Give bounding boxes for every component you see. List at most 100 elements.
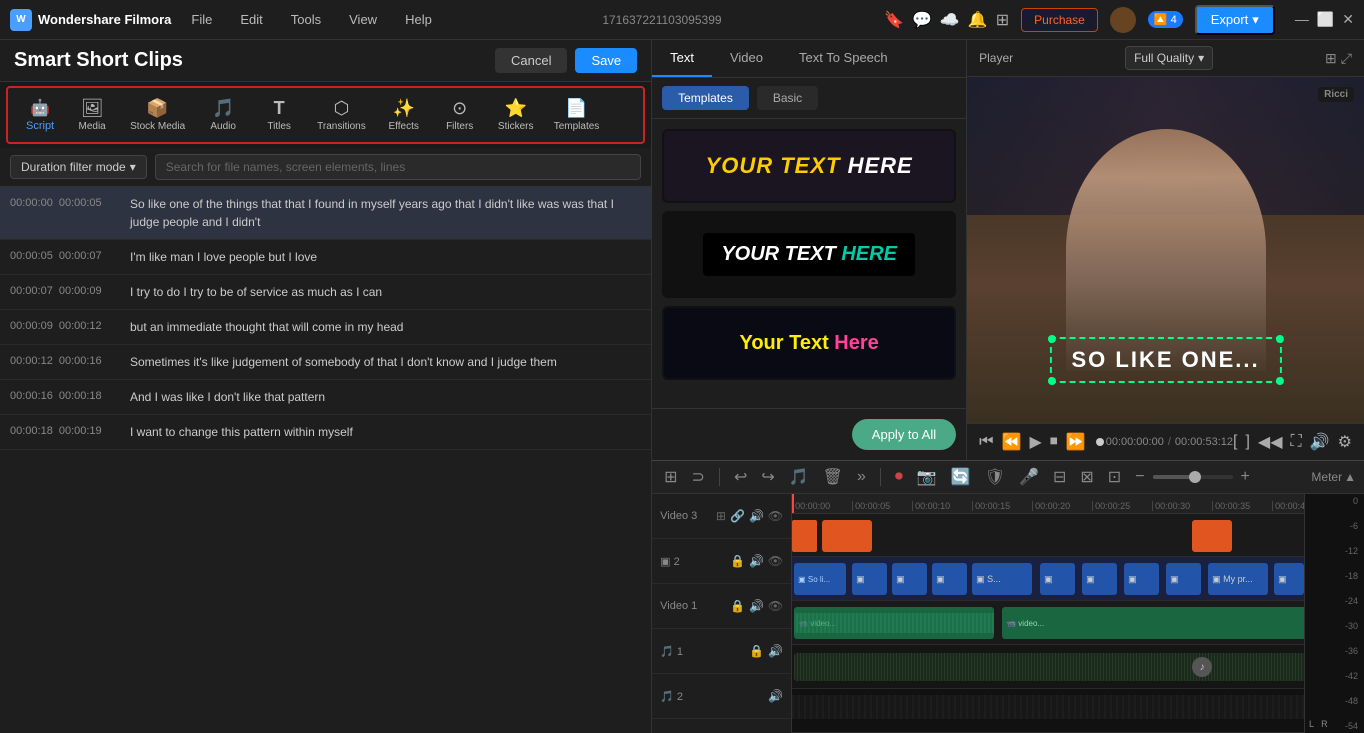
split-icon[interactable]: ⊠ xyxy=(1076,465,1097,489)
track-volume-icon[interactable]: 🔊 xyxy=(749,509,764,523)
template-card-2[interactable]: YOUR TEXT HERE xyxy=(662,211,956,298)
track-row-audio1[interactable]: ♪ xyxy=(792,645,1304,689)
tab-text[interactable]: Text xyxy=(652,40,712,77)
minimize-button[interactable]: — xyxy=(1295,11,1309,28)
close-button[interactable]: ✕ xyxy=(1342,11,1354,28)
meter-label[interactable]: Meter ▲ xyxy=(1311,470,1356,484)
step-forward-icon[interactable]: ⏩ xyxy=(1066,432,1086,452)
grid-view-icon[interactable]: ⊞ xyxy=(1325,50,1337,67)
bracket-out-icon[interactable]: ] xyxy=(1245,433,1249,451)
toolbar-item-titles[interactable]: T Titles xyxy=(253,94,305,136)
clip[interactable] xyxy=(1192,520,1232,552)
snapshot-icon[interactable]: 📷 xyxy=(913,465,941,489)
grid-icon[interactable]: ⊞ xyxy=(996,10,1009,30)
save-button[interactable]: Save xyxy=(575,48,637,73)
menu-help[interactable]: Help xyxy=(397,8,440,31)
text-clip[interactable]: ▣ xyxy=(1166,563,1201,595)
track-volume-icon[interactable]: 🔊 xyxy=(768,644,783,658)
toolbar-item-audio[interactable]: 🎵 Audio xyxy=(197,94,249,136)
apply-to-all-button[interactable]: Apply to All xyxy=(852,419,956,450)
bell-icon[interactable]: 🔔 xyxy=(968,10,988,30)
layout-icon[interactable]: ⊞ xyxy=(660,465,681,489)
track-row-video3[interactable] xyxy=(792,514,1304,558)
script-row[interactable]: 00:00:18 00:00:19 I want to change this … xyxy=(0,415,651,450)
script-row[interactable]: 00:00:16 00:00:18 And I was like I don't… xyxy=(0,380,651,415)
magnet-icon[interactable]: ⊃ xyxy=(688,465,709,489)
text-clip[interactable]: ▣ So li... xyxy=(794,563,846,595)
template-card-1[interactable]: YOUR TEXT HERE xyxy=(662,129,956,203)
search-input[interactable] xyxy=(155,154,641,180)
track-eye-icon[interactable]: 👁 xyxy=(768,599,783,613)
track-row-video1[interactable]: 📹 video... 📹 video... xyxy=(792,601,1304,645)
menu-edit[interactable]: Edit xyxy=(232,8,270,31)
track-link-icon[interactable]: 🔗 xyxy=(730,509,745,523)
user-avatar[interactable] xyxy=(1110,7,1136,33)
zoom-in-icon[interactable]: + xyxy=(1237,466,1254,488)
subtab-basic[interactable]: Basic xyxy=(757,86,818,110)
cloud-icon[interactable]: ☁️ xyxy=(940,10,960,30)
caption-icon[interactable]: ⊟ xyxy=(1049,465,1070,489)
text-clip[interactable]: ▣ xyxy=(852,563,887,595)
record-icon[interactable]: ⏺ xyxy=(891,466,907,488)
shield-icon[interactable]: 🛡 xyxy=(981,465,1009,489)
fullscreen-icon[interactable]: ⛶ xyxy=(1291,433,1302,451)
clip[interactable] xyxy=(822,520,872,552)
toolbar-item-templates[interactable]: 📄 Templates xyxy=(546,94,608,136)
track-settings-icon[interactable]: ⊞ xyxy=(716,509,726,523)
purchase-button[interactable]: Purchase xyxy=(1021,8,1098,32)
crop-icon[interactable]: ⊡ xyxy=(1104,465,1125,489)
menu-file[interactable]: File xyxy=(183,8,220,31)
subtab-templates[interactable]: Templates xyxy=(662,86,749,110)
script-row[interactable]: 00:00:07 00:00:09 I try to do I try to b… xyxy=(0,275,651,310)
track-lock-icon[interactable]: 🔒 xyxy=(730,599,745,613)
skip-back-icon[interactable]: ⏮ xyxy=(979,433,993,451)
template-card-3[interactable]: Your Text Here xyxy=(662,306,956,380)
menu-tools[interactable]: Tools xyxy=(283,8,329,31)
script-row[interactable]: 00:00:12 00:00:16 Sometimes it's like ju… xyxy=(0,345,651,380)
text-clip[interactable]: ▣ xyxy=(892,563,927,595)
add-audio-icon[interactable]: 🎵 xyxy=(785,465,813,489)
text-clip[interactable]: ▣ xyxy=(1124,563,1159,595)
loop-icon[interactable]: 🔄 xyxy=(947,465,975,489)
toolbar-item-transitions[interactable]: ⬡ Transitions xyxy=(309,94,374,136)
text-clip[interactable]: ▣ xyxy=(1040,563,1075,595)
clip[interactable] xyxy=(792,520,817,552)
bookmark-icon[interactable]: 🔖 xyxy=(884,10,904,30)
track-eye-icon[interactable]: 👁 xyxy=(768,509,783,523)
track-volume-icon[interactable]: 🔊 xyxy=(768,689,783,703)
text-clip[interactable]: ▣ xyxy=(1082,563,1117,595)
tab-tts[interactable]: Text To Speech xyxy=(781,40,906,77)
stop-icon[interactable]: ⏹ xyxy=(1050,433,1058,451)
volume-icon[interactable]: 🔊 xyxy=(1310,432,1330,452)
script-row[interactable]: 00:00:00 00:00:05 So like one of the thi… xyxy=(0,187,651,240)
export-button[interactable]: Export ▾ xyxy=(1195,5,1275,35)
message-icon[interactable]: 💬 xyxy=(912,10,932,30)
more-icon[interactable]: » xyxy=(853,466,870,488)
toolbar-item-media[interactable]: 🖼 Media xyxy=(66,94,118,136)
text-clip[interactable]: ▣ xyxy=(1274,563,1304,595)
toolbar-item-stock[interactable]: 📦 Stock Media xyxy=(122,94,193,136)
bracket-in-icon[interactable]: [ xyxy=(1233,433,1237,451)
menu-view[interactable]: View xyxy=(341,8,385,31)
text-clip[interactable]: ▣ xyxy=(932,563,967,595)
redo-icon[interactable]: ↪ xyxy=(757,465,778,489)
track-lock-icon[interactable]: 🔒 xyxy=(749,644,764,658)
toolbar-item-filters[interactable]: ⊙ Filters xyxy=(434,94,486,136)
undo-icon[interactable]: ↩ xyxy=(730,465,751,489)
toolbar-item-stickers[interactable]: ⭐ Stickers xyxy=(490,94,542,136)
step-back-icon[interactable]: ⏪ xyxy=(1002,432,1022,452)
track-volume-icon[interactable]: 🔊 xyxy=(749,599,764,613)
text-clip[interactable]: ▣ S... xyxy=(972,563,1032,595)
settings-icon[interactable]: ⚙ xyxy=(1338,432,1352,452)
cancel-button[interactable]: Cancel xyxy=(495,48,567,73)
play-icon[interactable]: ▶ xyxy=(1029,432,1041,452)
script-row[interactable]: 00:00:09 00:00:12 but an immediate thoug… xyxy=(0,310,651,345)
video-clip[interactable]: 📹 video... xyxy=(1002,607,1304,639)
track-row-video2[interactable]: ▣ So li... ▣ ▣ ▣ ▣ S... ▣ ▣ ▣ ▣ ▣ My pr.… xyxy=(792,557,1304,601)
track-volume-icon[interactable]: 🔊 xyxy=(749,554,764,568)
quality-select[interactable]: Full Quality ▾ xyxy=(1125,46,1213,70)
text-clip[interactable]: ▣ My pr... xyxy=(1208,563,1268,595)
track-row-audio2[interactable] xyxy=(792,689,1304,733)
expand-icon[interactable]: ⤢ xyxy=(1341,50,1352,67)
maximize-button[interactable]: ⬜ xyxy=(1317,11,1334,28)
